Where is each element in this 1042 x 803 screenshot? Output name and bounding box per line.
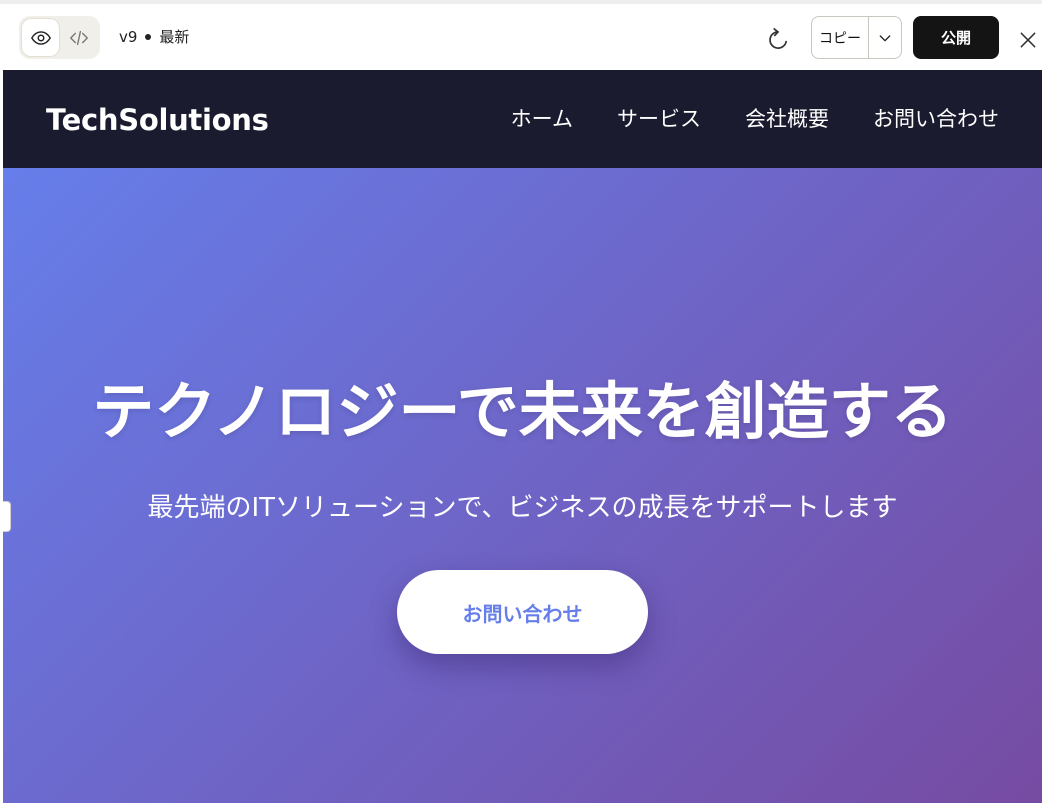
artifact-toolbar: v9 最新 コピー 公開 [0,0,1042,70]
version-separator-dot [145,33,152,40]
eye-icon [30,30,51,45]
copy-button[interactable]: コピー [812,17,869,58]
site-nav-links: ホーム サービス 会社概要 お問い合わせ [511,104,999,134]
version-number: v9 [119,28,138,46]
hero-contact-button[interactable]: お問い合わせ [397,570,648,654]
close-icon [1020,32,1036,48]
refresh-icon [769,28,787,49]
nav-link-contact[interactable]: お問い合わせ [873,104,999,134]
nav-link-services[interactable]: サービス [617,104,701,134]
close-button[interactable] [1017,29,1039,51]
code-mode-button[interactable] [60,19,97,56]
chevron-down-icon [879,34,891,41]
panel-resize-handle[interactable] [3,501,11,532]
refresh-button[interactable] [763,25,793,55]
hero-title: テクノロジーで未来を創造する [92,375,953,448]
hero-section: テクノロジーで未来を創造する 最先端のITソリューションで、ビジネスの成長をサポ… [3,168,1042,803]
nav-link-about[interactable]: 会社概要 [745,104,829,134]
view-mode-toggle [19,16,100,59]
publish-button[interactable]: 公開 [913,16,999,59]
hero-subtitle: 最先端のITソリューションで、ビジネスの成長をサポートします [147,493,898,523]
artifact-preview: TechSolutions ホーム サービス 会社概要 お問い合わせ テクノロジ… [3,70,1042,803]
preview-mode-button[interactable] [22,19,59,56]
site-logo[interactable]: TechSolutions [46,102,269,138]
code-icon [69,30,88,45]
nav-link-home[interactable]: ホーム [511,104,573,134]
version-status: 最新 [159,28,190,46]
site-navbar: TechSolutions ホーム サービス 会社概要 お問い合わせ [3,70,1042,168]
copy-options-dropdown[interactable] [869,17,901,58]
copy-button-group: コピー [811,16,902,59]
version-indicator: v9 最新 [119,27,189,47]
